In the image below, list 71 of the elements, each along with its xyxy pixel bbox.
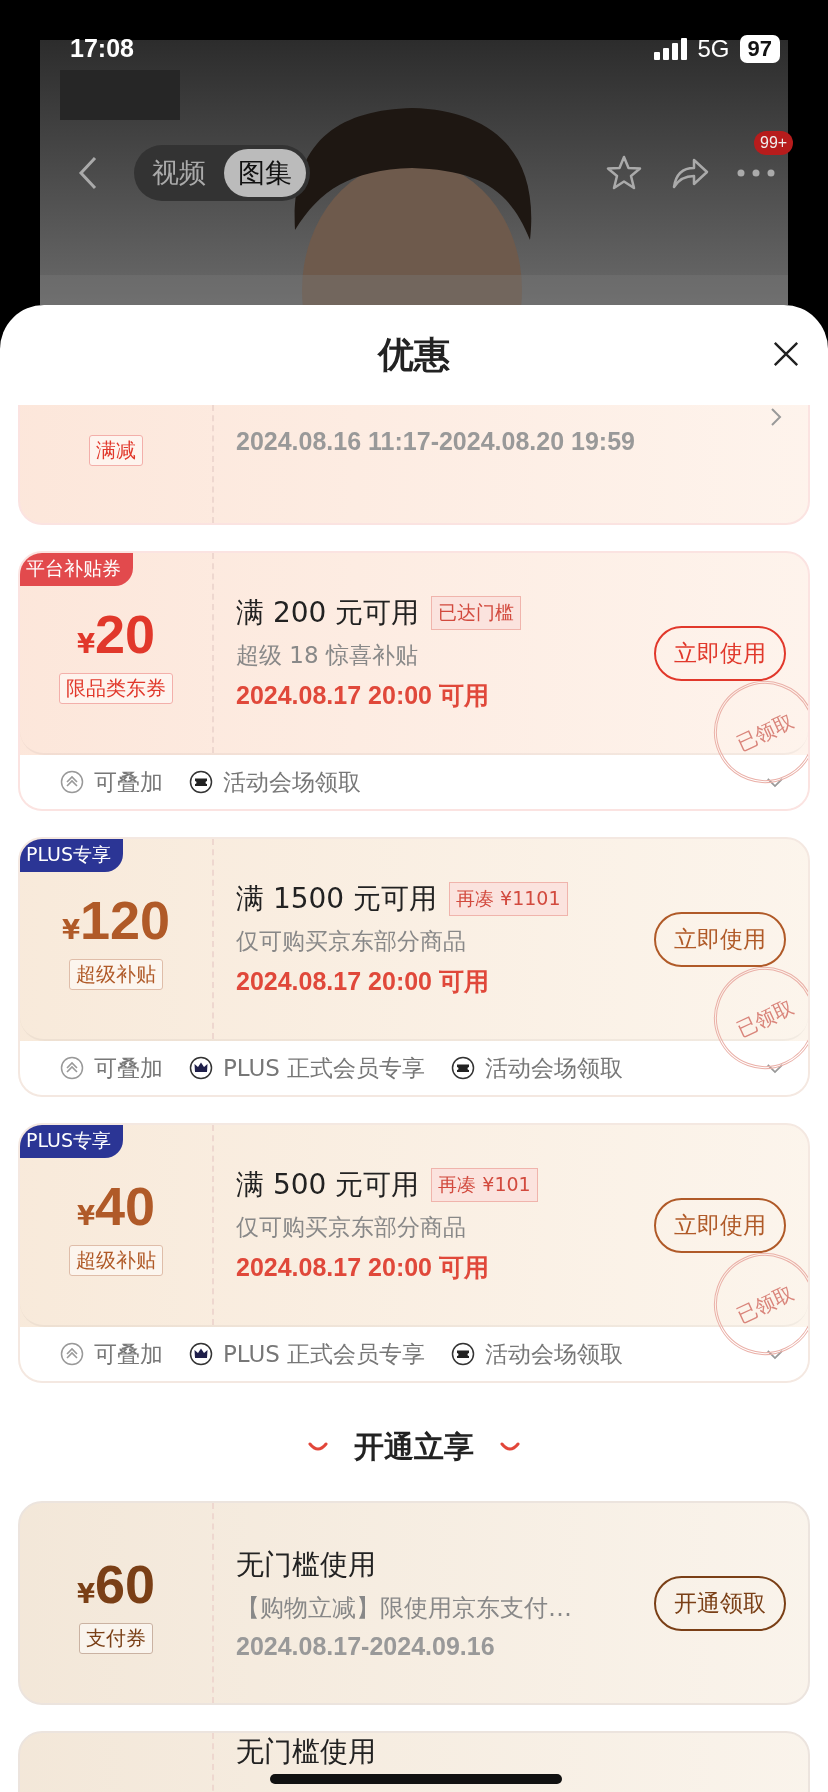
close-icon[interactable] xyxy=(772,340,800,368)
feature-label: 可叠加 xyxy=(94,1053,163,1083)
media-tab[interactable]: 视频 xyxy=(138,149,220,197)
chevron-down-icon[interactable] xyxy=(766,1062,784,1074)
chevron-down-icon[interactable] xyxy=(766,776,784,788)
coupon-description: 仅可购买京东部分商品 xyxy=(236,1213,467,1242)
currency-sign: ¥ xyxy=(61,914,80,945)
coupon-tag: 超级补贴 xyxy=(69,958,163,990)
coupon-badge: PLUS专享 xyxy=(20,839,124,872)
threshold-note: 已达门槛 xyxy=(431,596,522,630)
crown-icon xyxy=(189,1056,213,1080)
coupon-tag: 满减 xyxy=(89,435,143,466)
coupon-condition: 无门槛使用 xyxy=(236,1546,377,1583)
use-button[interactable]: 立即使用 xyxy=(654,625,786,681)
coupon-description: 仅可购买京东部分商品 xyxy=(236,927,467,956)
smile-mark-icon xyxy=(500,1442,520,1452)
stack-icon xyxy=(60,1342,84,1366)
back-icon[interactable] xyxy=(78,155,98,191)
ticket-icon xyxy=(451,1056,476,1080)
stack-icon xyxy=(60,770,84,794)
validity-time: 2024.08.17 20:00 可用 xyxy=(236,1252,490,1283)
feature-label: PLUS 正式会员专享 xyxy=(223,1339,426,1369)
crown-icon xyxy=(189,1342,213,1366)
status-time: 17:08 xyxy=(70,34,134,63)
coupon-amount: 120 xyxy=(80,888,171,951)
validity-time: 2024.08.17-2024.09.16 xyxy=(236,1631,496,1661)
section-heading: 开通立享 xyxy=(354,1427,474,1466)
activate-button[interactable]: 开通领取 xyxy=(654,1575,786,1631)
coupon-condition: 满 500 元可用 xyxy=(236,1167,420,1203)
coupon-amount: 20 xyxy=(95,602,156,665)
feature-label: 可叠加 xyxy=(94,1339,163,1369)
validity-time: 2024.08.16 11:17-2024.08.20 19:59 xyxy=(236,427,636,456)
threshold-note: 再凑 ¥101 xyxy=(431,1168,538,1202)
coupon-description: 【购物立减】限使用京东支付… xyxy=(236,1592,573,1624)
coupon-badge: 平台补贴券 xyxy=(20,553,133,586)
notification-badge: 99+ xyxy=(754,131,794,155)
feature-label: 可叠加 xyxy=(94,767,163,797)
use-button[interactable]: 立即使用 xyxy=(654,911,786,967)
signal-icon xyxy=(653,37,688,60)
validity-time: 2024.08.17 20:00 可用 xyxy=(236,680,490,711)
coupon-tag: 限品类东券 xyxy=(59,672,173,704)
feature-label: 活动会场领取 xyxy=(223,767,361,797)
coupon-badge: PLUS专享 xyxy=(20,1125,124,1158)
more-icon[interactable] xyxy=(736,168,776,178)
currency-sign: ¥ xyxy=(76,1200,95,1231)
sheet-title: 优惠 xyxy=(378,332,450,377)
battery-level: 97 xyxy=(739,34,780,63)
coupon-amount: 40 xyxy=(95,1174,156,1237)
media-tab[interactable]: 图集 xyxy=(224,149,306,197)
ticket-icon xyxy=(451,1342,476,1366)
coupon-amount: 60 xyxy=(95,1552,156,1615)
coupon-description: 超级 18 惊喜补贴 xyxy=(236,641,419,670)
coupon-tag: 支付券 xyxy=(79,1622,153,1654)
chevron-down-icon[interactable] xyxy=(766,1348,784,1360)
coupon-condition: 满 1500 元可用 xyxy=(236,881,438,917)
threshold-note: 再凑 ¥1101 xyxy=(449,882,568,916)
network-label: 5G xyxy=(697,34,730,63)
use-button[interactable]: 立即使用 xyxy=(654,1197,786,1253)
feature-label: PLUS 正式会员专享 xyxy=(223,1053,426,1083)
coupon-tag: 超级补贴 xyxy=(69,1244,163,1276)
feature-label: 活动会场领取 xyxy=(485,1339,624,1369)
coupon-condition: 满 200 元可用 xyxy=(236,595,420,631)
currency-sign: ¥ xyxy=(76,1578,95,1609)
ticket-icon xyxy=(189,770,213,794)
feature-label: 活动会场领取 xyxy=(485,1053,624,1083)
currency-sign: ¥ xyxy=(76,628,95,659)
chevron-right-icon[interactable] xyxy=(770,407,782,427)
smile-mark-icon xyxy=(308,1442,328,1452)
stack-icon xyxy=(60,1056,84,1080)
coupon-condition: 无门槛使用 xyxy=(236,1737,376,1768)
validity-time: 2024.08.17 20:00 可用 xyxy=(236,966,490,997)
